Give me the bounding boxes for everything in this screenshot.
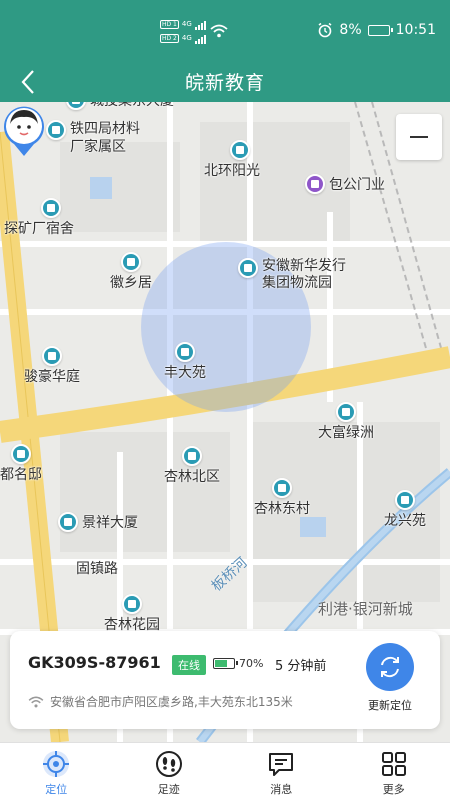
logistics-icon [238,258,258,278]
footprint-icon [154,749,184,779]
device-battery: 70% [213,657,263,670]
online-status-badge: 在线 [172,655,206,675]
sim2-label: HD 2 [160,33,179,43]
map-poi[interactable]: 铁四局材料厂家属区 [46,120,144,156]
nav-item-more[interactable]: 更多 [338,743,450,800]
poi-label: 安徽新华发行集团物流园 [262,258,346,291]
minus-icon [410,136,428,138]
poi-label: 包公门业 [329,177,385,193]
map-poi[interactable]: 景祥大厦 [58,512,138,532]
poi-label: 杏林东村 [254,501,310,517]
signal1-icon [194,18,206,30]
building-icon [230,140,250,160]
last-update-time: 5 分钟前 [275,659,327,674]
nav-item-footprint[interactable]: 足迹 [113,743,226,800]
status-right: 8% 10:51 [317,22,436,38]
network1-label: 4G [181,20,192,28]
clock: 10:51 [395,22,436,38]
location-icon [41,749,71,779]
building-icon [58,512,78,532]
device-address: 安徽省合肥市庐阳区虞乡路,丰大苑东北135米 [28,693,293,710]
poi-label: 都名邸 [0,467,42,483]
wifi-icon [28,696,44,707]
building-icon [122,594,142,614]
building-icon [336,402,356,422]
address-text: 安徽省合肥市庐阳区虞乡路,丰大苑东北135米 [50,695,293,709]
map-poi[interactable]: 大富绿洲 [318,402,374,442]
nav-label: 更多 [382,783,405,796]
battery-fill [215,660,227,667]
map-poi[interactable]: 龙兴苑 [384,490,426,530]
map-poi[interactable]: 包公门业 [305,174,385,194]
bottom-nav: 定位 足迹 消息 更多 [0,742,450,800]
network2-label: 4G [181,34,192,42]
poi-label: 城投集东大厦 [90,102,174,110]
nav-label: 消息 [270,783,293,796]
map-poi[interactable]: 丰大苑 [164,342,206,382]
map-poi[interactable]: 北环阳光 [204,140,260,180]
refresh-label: 更新定位 [368,699,412,712]
signal2-icon [194,32,206,44]
device-name: GK309S-87961 [28,653,161,672]
poi-label: 北环阳光 [204,163,260,179]
app-header: 皖新教育 [0,62,450,102]
grid-icon [379,749,409,779]
battery-icon [367,24,393,36]
status-bar: HD 1 4G HD 2 4G 8% 10:51 [0,0,450,62]
poi-label: 大富绿洲 [318,425,374,441]
page-title: 皖新教育 [184,72,265,94]
map-poi[interactable]: 杏林花园 [104,594,160,634]
map-poi[interactable]: 探矿厂宿舍 [4,198,74,238]
nav-label: 足迹 [157,783,180,796]
zoom-out-button[interactable] [396,114,442,160]
map-poi[interactable]: 杏林东村 [254,478,310,518]
map-poi[interactable]: 杏林北区 [164,446,220,486]
poi-label: 徽乡居 [110,275,152,291]
poi-label: 铁四局材料厂家属区 [70,121,140,155]
poi-label: 固镇路 [76,561,118,577]
alarm-icon [318,22,332,38]
map-poi[interactable]: 城投集东大厦 [66,102,174,110]
building-icon [395,490,415,510]
nav-item-messages[interactable]: 消息 [225,743,338,800]
battery-percent: 8% [339,22,362,38]
building-icon [272,478,292,498]
poi-label: 龙兴苑 [384,513,426,529]
nav-label: 定位 [45,783,68,796]
sim1-label: HD 1 [160,19,179,29]
poi-label: 探矿厂宿舍 [4,221,74,237]
refresh-icon-circle [366,643,414,691]
map-poi[interactable]: 徽乡居 [110,252,152,292]
device-info-card: GK309S-87961 在线 70% 5 分钟前 安徽省合肥市庐阳区虞乡路,丰… [10,631,440,729]
status-left: HD 1 4G HD 2 4G [160,18,228,44]
nav-item-location[interactable]: 定位 [0,743,113,800]
wifi-icon [210,24,228,38]
map-road-label: 固镇路 [76,558,118,578]
district-label: 利港·银河新城 [318,600,413,618]
map-poi[interactable]: 都名邸 [0,444,42,484]
battery-icon [213,658,238,669]
message-icon [266,749,296,779]
building-icon [11,444,31,464]
poi-label: 景祥大厦 [82,515,138,531]
building-icon [182,446,202,466]
building-icon [41,198,61,218]
refresh-icon [381,656,399,678]
refresh-location-button[interactable]: 更新定位 [358,643,422,713]
shop-icon [305,174,325,194]
building-icon [175,342,195,362]
device-marker-avatar[interactable] [0,102,48,158]
poi-label: 骏豪华庭 [24,369,80,385]
map-poi[interactable]: 骏豪华庭 [24,346,80,386]
poi-label: 丰大苑 [164,365,206,381]
building-icon [42,346,62,366]
map-poi[interactable]: 安徽新华发行集团物流园 [238,258,358,292]
building-icon [66,102,86,110]
poi-label: 杏林北区 [164,469,220,485]
battery-percent: 70% [239,657,264,670]
building-icon [121,252,141,272]
